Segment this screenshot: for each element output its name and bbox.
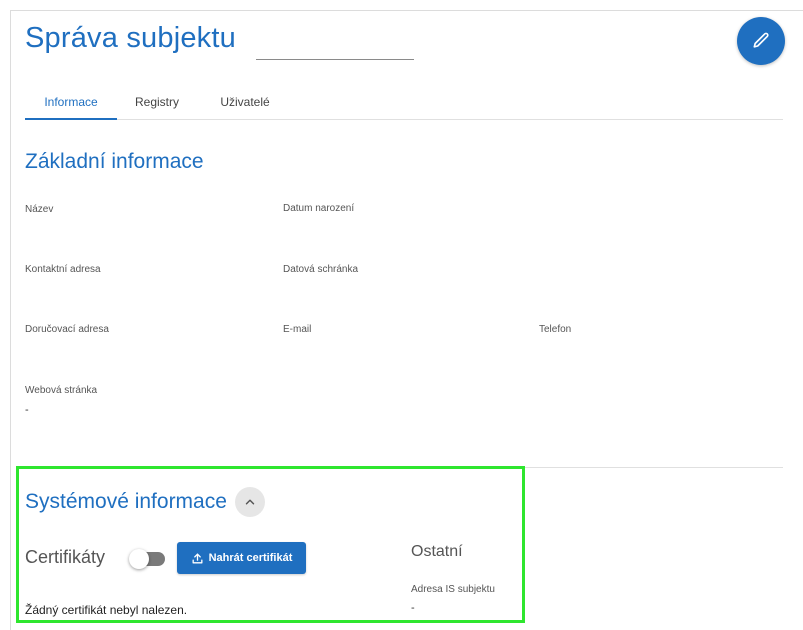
subject-name-input[interactable] xyxy=(256,34,414,60)
field-label-email: E-mail xyxy=(283,324,312,335)
field-label-telefon: Telefon xyxy=(539,324,572,335)
tab-registry[interactable]: Registry xyxy=(117,86,197,120)
field-label-kontaktni-adresa: Kontaktní adresa xyxy=(25,264,101,275)
frame-border-top xyxy=(10,10,803,11)
field-value-webova-stranka: - xyxy=(25,404,29,416)
edit-button[interactable] xyxy=(737,17,785,65)
system-info-title: Systémové informace xyxy=(25,490,227,513)
certificates-label: Certifikáty xyxy=(25,547,106,567)
upload-certificate-button[interactable]: Nahrát certifikát xyxy=(177,542,306,574)
certificates-toggle[interactable] xyxy=(129,549,165,569)
collapse-system-info-button[interactable] xyxy=(235,487,265,517)
frame-border-left xyxy=(10,10,11,630)
upload-certificate-label: Nahrát certifikát xyxy=(208,552,293,564)
tab-bar: Informace Registry Uživatelé xyxy=(25,86,783,120)
tab-informace[interactable]: Informace xyxy=(25,86,117,120)
upload-icon xyxy=(191,552,204,565)
field-label-nazev: Název xyxy=(25,204,54,215)
toggle-knob xyxy=(129,549,149,569)
basic-info-title: Základní informace xyxy=(25,150,204,173)
chevron-up-icon xyxy=(243,495,257,509)
field-label-dorucovaci-adresa: Doručovací adresa xyxy=(25,324,109,335)
no-certificate-message: Žádný certifikát nebyl nalezen. xyxy=(25,603,188,617)
field-label-adresa-is: Adresa IS subjektu xyxy=(411,584,495,595)
pencil-icon xyxy=(751,31,771,51)
field-label-webova-stranka: Webová stránka xyxy=(25,385,98,396)
page-title: Správa subjektu xyxy=(25,22,236,54)
other-section-title: Ostatní xyxy=(411,543,463,560)
section-divider xyxy=(16,467,783,468)
field-value-adresa-is: - xyxy=(411,602,415,614)
field-label-datum-narozeni: Datum narození xyxy=(283,203,355,214)
tab-uzivatele[interactable]: Uživatelé xyxy=(197,86,293,120)
field-label-datova-schranka: Datová schránka xyxy=(283,264,359,275)
